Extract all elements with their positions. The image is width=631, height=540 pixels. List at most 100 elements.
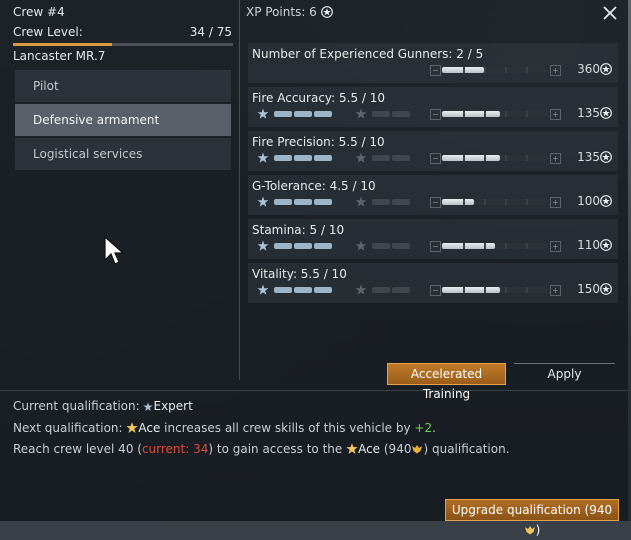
tab-logistical-services[interactable]: Logistical services [15,138,231,170]
skill-name: G-Tolerance: 4.5 / 10 [252,179,376,193]
skill-cost-value: 135 [577,106,600,120]
ace-qualification-icon [355,284,367,295]
skill-controls: − +135 [256,150,616,164]
increase-skill-button[interactable]: + [550,109,561,120]
skill-progress-divider [505,111,507,117]
decrease-skill-button[interactable]: − [430,197,441,208]
expert-level-segment [314,155,332,161]
star-icon [600,107,612,119]
expert-icon [257,284,269,295]
expert-level-segment [314,243,332,249]
tab-label: Defensive armament [33,113,160,127]
ace-icon [126,422,139,433]
skill-name: Stamina: 5 / 10 [252,223,345,237]
skill-progress-divider [484,111,486,117]
decrease-skill-button[interactable]: − [430,109,441,120]
skill-progress-bar [442,155,547,161]
next-qualification-description: increases all crew skills of this vehicl… [160,421,415,435]
decrease-skill-button[interactable]: − [430,65,441,76]
skill-cost-value: 135 [577,150,600,164]
next-qualification-bonus: +2 [414,421,433,435]
skill-row: G-Tolerance: 4.5 / 10 − +100 [248,175,618,215]
requirement-ace: Ace [358,442,381,456]
skill-cost-value: 110 [577,238,600,252]
star-icon [600,63,612,75]
upgrade-qualification-button[interactable]: Upgrade qualification (940) [445,499,619,537]
skill-progress-fill [442,287,500,293]
increase-skill-button[interactable]: + [550,65,561,76]
ace-level-segment [392,111,410,117]
skill-progress-divider [526,67,528,73]
skill-row: Number of Experienced Gunners: 2 / 5 − +36… [248,43,618,83]
skill-progress-bar [442,287,547,293]
ace-qualification-icon [355,152,367,163]
apply-button[interactable]: Apply [514,363,615,384]
tab-pilot[interactable]: Pilot [15,70,231,102]
skill-progress-divider [463,287,465,293]
ace-level-segment [372,111,390,117]
star-icon [600,151,612,163]
expert-level-segment [274,199,292,205]
close-icon[interactable] [600,3,620,23]
expert-icon [143,402,154,411]
decrease-skill-button[interactable]: − [430,285,441,296]
skill-row: Fire Accuracy: 5.5 / 10 − +135 [248,87,618,127]
skill-cost: 100 [577,194,612,208]
skill-progress-bar [442,67,547,73]
skill-list: Number of Experienced Gunners: 2 / 5 − +36… [248,43,618,307]
requirement-middle: ) to gain access to the [208,442,347,456]
accelerated-training-button[interactable]: Accelerated Training [387,363,506,401]
expert-level-segment [314,287,332,293]
ace-qualification-icon [355,108,367,119]
skill-name: Number of Experienced Gunners: 2 / 5 [252,47,484,61]
expert-level-segment [274,287,292,293]
ace-level-segment [372,199,390,205]
skill-progress-bar [442,111,547,117]
decrease-skill-button[interactable]: − [430,153,441,164]
ace-level-segment [372,243,390,249]
expert-level-segment [294,243,312,249]
expert-icon [257,152,269,163]
current-qualification-value: Expert [153,399,193,413]
requirement-cost: (940 [380,442,412,456]
skill-name: Vitality: 5.5 / 10 [252,267,347,281]
skill-controls: − +100 [256,194,616,208]
ace-level-segment [392,243,410,249]
next-qualification-end: . [432,421,436,435]
expert-level-segment [294,287,312,293]
ace-qualification-icon [355,240,367,251]
skill-cost-value: 360 [577,62,600,76]
expert-level-segment [314,199,332,205]
skill-progress-fill [442,155,500,161]
crew-level-bar [13,43,233,46]
ace-icon [346,443,358,454]
skill-progress-divider [484,199,486,205]
skill-controls: − +360 [256,62,616,76]
increase-skill-button[interactable]: + [550,197,561,208]
increase-skill-button[interactable]: + [550,153,561,164]
tab-defensive-armament[interactable]: Defensive armament [15,104,231,136]
ace-level-segment [392,155,410,161]
golden-eagle-icon [524,526,535,535]
expert-level-segment [294,155,312,161]
skill-progress-divider [484,243,486,249]
ace-level-segment [372,287,390,293]
next-qualification: Next qualification: Ace increases all cr… [13,421,436,435]
requirement-end: ) qualification. [423,442,510,456]
skill-progress-divider [463,111,465,117]
star-icon [600,239,612,251]
increase-skill-button[interactable]: + [550,241,561,252]
increase-skill-button[interactable]: + [550,285,561,296]
skill-cost-value: 150 [577,282,600,296]
skill-cost: 110 [577,238,612,252]
decrease-skill-button[interactable]: − [430,241,441,252]
skill-progress-bar [442,199,547,205]
skill-cost: 135 [577,150,612,164]
skill-progress-divider [463,243,465,249]
skill-progress-divider [505,155,507,161]
crew-level-value: 34 / 75 [189,25,232,39]
skill-progress-divider [526,111,528,117]
star-icon [600,283,612,295]
xp-points-label: XP Points: 6 [246,5,317,19]
expert-level-segment [274,111,292,117]
